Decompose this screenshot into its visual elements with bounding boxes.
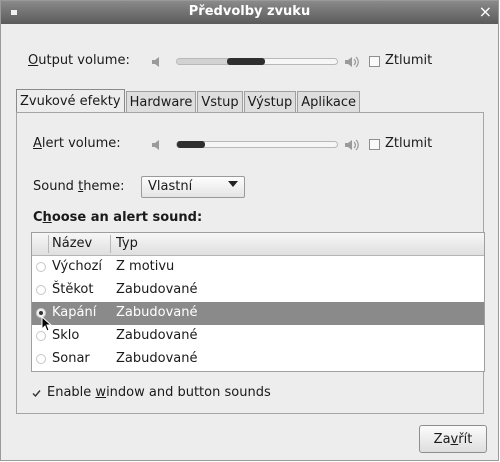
alert-speaker-low-icon (152, 140, 159, 150)
output-volume-slider[interactable] (176, 58, 338, 65)
sound-name: Sonar (52, 351, 90, 366)
alert-mute-checkbox[interactable] (369, 139, 380, 150)
choose-alert-heading: Choose an alert sound: (33, 210, 203, 225)
sound-type: Zabudované (116, 305, 198, 320)
column-header-type[interactable]: Typ (116, 236, 138, 251)
tab-bar: Zvukové efekty Hardware Vstup Výstup Apl… (16, 89, 361, 113)
sound-preferences-window: Předvolby zvuku × Output volume: Ztlumit… (0, 0, 499, 461)
sound-type: Zabudované (116, 328, 198, 343)
close-window-icon[interactable]: × (479, 2, 492, 22)
output-mute-label: Ztlumit (385, 53, 433, 68)
tab-output[interactable]: Výstup (243, 91, 297, 113)
list-item[interactable]: Sonar Zabudované (32, 348, 484, 371)
column-separator (48, 235, 49, 253)
alert-volume-slider[interactable] (176, 141, 338, 148)
sound-name: Kapání (52, 305, 97, 320)
alert-mute-label: Ztlumit (385, 136, 433, 151)
list-item[interactable]: Štěkot Zabudované (32, 279, 484, 302)
column-separator (110, 235, 111, 253)
dropdown-arrow-icon (228, 181, 238, 187)
list-item-selected[interactable]: Kapání Zabudované (32, 302, 484, 325)
sound-theme-label: Sound theme: (33, 179, 125, 194)
speaker-low-icon (152, 57, 159, 67)
close-button[interactable]: Zavřít (419, 425, 487, 453)
radio-button[interactable] (36, 285, 46, 295)
tab-applications[interactable]: Aplikace (297, 91, 360, 113)
radio-button[interactable] (36, 331, 46, 341)
sound-type: Zabudované (116, 282, 198, 297)
sound-type: Z motivu (116, 259, 175, 274)
speaker-high-icon (345, 56, 359, 68)
list-item[interactable]: Sklo Zabudované (32, 325, 484, 348)
title-bar: Předvolby zvuku × (1, 1, 498, 24)
alert-volume-label: Alert volume: (33, 136, 121, 151)
sound-name: Sklo (52, 328, 80, 343)
radio-button[interactable] (36, 354, 46, 364)
alert-speaker-high-icon (345, 139, 359, 151)
sound-theme-dropdown[interactable]: Vlastní (141, 176, 245, 198)
enable-sounds-checkbox[interactable] (31, 388, 42, 399)
output-volume-row: Output volume: (28, 53, 130, 68)
output-volume-label: Output volume: (28, 53, 130, 68)
close-button-label: Zavřít (433, 431, 473, 447)
enable-sounds-label: Enable window and button sounds (47, 385, 271, 400)
column-header-name[interactable]: Název (52, 236, 92, 251)
mouse-pointer-icon (41, 316, 53, 332)
sound-name: Štěkot (52, 282, 94, 297)
list-item[interactable]: Výchozí Z motivu (32, 256, 484, 279)
tab-hardware[interactable]: Hardware (125, 91, 197, 113)
sound-name: Výchozí (52, 259, 103, 274)
tab-input[interactable]: Vstup (197, 91, 243, 113)
alert-sound-list: Název Typ Výchozí Z motivu Štěkot Zabudo… (31, 232, 485, 372)
sound-type: Zabudované (116, 351, 198, 366)
output-mute-checkbox[interactable] (369, 56, 380, 67)
window-title: Předvolby zvuku (188, 4, 311, 19)
sound-theme-value: Vlastní (148, 179, 193, 194)
radio-button[interactable] (36, 262, 46, 272)
tab-sound-effects[interactable]: Zvukové efekty (16, 89, 125, 113)
list-header: Název Typ (32, 233, 484, 256)
